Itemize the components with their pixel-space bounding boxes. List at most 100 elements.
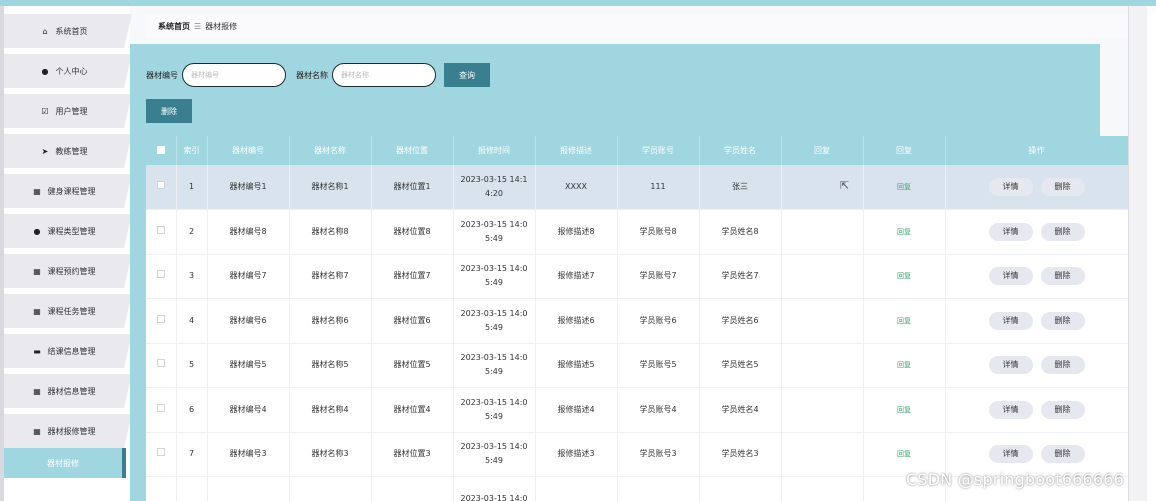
reply-link[interactable]: 回复	[897, 183, 911, 191]
reply-link[interactable]: 回复	[897, 450, 911, 458]
grid-icon: ▦	[33, 426, 41, 436]
batch-delete-button[interactable]: 删除	[146, 99, 192, 123]
column-header[interactable]: 操作	[945, 136, 1128, 165]
sidebar-item[interactable]: ▦ 课程任务管理	[4, 294, 132, 328]
sidebar-item[interactable]: ▦ 健身课程管理	[4, 174, 132, 208]
cell-index: 5	[176, 343, 208, 388]
row-select-cell[interactable]	[146, 432, 177, 477]
detail-button[interactable]: 详情	[988, 311, 1033, 330]
detail-button[interactable]: 详情	[988, 267, 1033, 286]
sidebar-item[interactable]: ▦ 器材信息管理	[4, 374, 132, 408]
sidebar-item[interactable]: ➤ 教练管理	[4, 134, 132, 168]
reply-link[interactable]: 回复	[897, 272, 911, 280]
column-header[interactable]: 回复	[781, 136, 864, 165]
reply-link[interactable]: 回复	[897, 361, 911, 369]
name-search-input[interactable]: 器材名称	[332, 63, 436, 87]
operation-cell: 详情 删除	[945, 387, 1128, 433]
sidebar-item[interactable]: ● 个人中心	[4, 54, 132, 88]
row-checkbox[interactable]	[156, 314, 165, 323]
reply-link[interactable]: 回复	[897, 317, 911, 325]
column-header[interactable]: 报修描述	[535, 136, 618, 165]
code-label: 器材编号	[146, 70, 178, 80]
row-delete-button[interactable]: 删除	[1040, 178, 1085, 196]
table-row[interactable]: 6 器材编号4 器材名称4 器材位置4 2023-03-15 14:0 5:49 报修描述…	[146, 387, 1128, 433]
column-header[interactable]: 学员姓名	[699, 136, 782, 165]
detail-button[interactable]: 详情	[988, 178, 1033, 196]
column-header[interactable]: 索引	[176, 136, 208, 165]
cell-desc: 报修描述5	[535, 343, 618, 388]
row-checkbox[interactable]	[156, 270, 165, 279]
detail-button[interactable]: 详情	[988, 400, 1033, 419]
code-search-input[interactable]: 器材编号	[182, 63, 286, 87]
row-delete-button[interactable]: 删除	[1040, 400, 1085, 419]
sidebar-subitem-equipment-repair[interactable]: 器材报修	[4, 448, 126, 478]
reply-cell: 回复	[863, 209, 946, 255]
row-select-cell[interactable]	[146, 387, 177, 433]
cell-account	[617, 476, 700, 501]
reply-link[interactable]: 回复	[897, 228, 911, 236]
row-delete-button[interactable]: 删除	[1040, 222, 1085, 241]
row-checkbox[interactable]	[156, 225, 165, 234]
reply-cell: 回复	[863, 165, 946, 210]
select-all-cell[interactable]	[146, 136, 177, 165]
breadcrumb-home[interactable]: 系统首页	[158, 21, 190, 32]
column-header[interactable]: 回复	[863, 136, 946, 165]
column-header[interactable]: 器材名称	[289, 136, 372, 165]
row-delete-button[interactable]: 删除	[1040, 311, 1085, 330]
sidebar-item[interactable]: ▬ 结课信息管理	[4, 334, 132, 368]
cell-code: 器材编号1	[207, 165, 290, 210]
cell-account: 学员账号5	[617, 343, 700, 388]
cell-student: 张三	[699, 165, 782, 210]
table-row[interactable]: 1 器材编号1 器材名称1 器材位置1 2023-03-15 14:1 4:20 XXXX…	[146, 165, 1128, 210]
cell-time: 2023-03-15 14:0	[453, 476, 536, 501]
row-select-cell[interactable]	[146, 254, 177, 299]
row-select-cell[interactable]	[146, 476, 177, 501]
scrollbar-track[interactable]	[1128, 6, 1156, 501]
cell-time: 2023-03-15 14:0 5:49	[453, 343, 536, 388]
cell-index: 3	[176, 254, 208, 299]
cell-code: 器材编号8	[207, 209, 290, 255]
column-header[interactable]: 器材位置	[371, 136, 454, 165]
column-header[interactable]: 器材编号	[207, 136, 290, 165]
sidebar-item[interactable]: ▦ 课程预约管理	[4, 254, 132, 288]
row-select-cell[interactable]	[146, 165, 177, 210]
cell-code: 器材编号7	[207, 254, 290, 299]
row-checkbox[interactable]	[156, 403, 165, 412]
row-delete-button[interactable]: 删除	[1040, 356, 1085, 375]
reply-link[interactable]: 回复	[897, 406, 911, 414]
cell-name: 器材名称5	[289, 343, 372, 388]
row-select-cell[interactable]	[146, 343, 177, 388]
row-checkbox[interactable]	[156, 181, 165, 189]
table-row[interactable]: 4 器材编号6 器材名称6 器材位置6 2023-03-15 14:0 5:49 报修描述…	[146, 298, 1128, 344]
sidebar-item[interactable]: ● 课程类型管理	[4, 214, 132, 248]
home-icon: ⌂	[42, 26, 48, 36]
row-checkbox[interactable]	[156, 359, 165, 368]
cell-student	[699, 476, 782, 501]
sidebar-item[interactable]: ▦ 器材报修管理	[4, 414, 132, 448]
sidebar-item-label: 教练管理	[55, 146, 88, 156]
table-header: 索引 器材编号 器材名称 器材位置 报修时间 报修描述 学员账号 学员姓名 回复 回复 操作	[146, 136, 1128, 165]
detail-button[interactable]: 详情	[988, 222, 1033, 241]
table-row[interactable]: 5 器材编号5 器材名称5 器材位置5 2023-03-15 14:0 5:49 报修描述…	[146, 343, 1128, 388]
cell-account: 111	[617, 165, 700, 210]
row-delete-button[interactable]: 删除	[1040, 445, 1085, 464]
row-delete-button[interactable]: 删除	[1040, 267, 1085, 286]
query-button[interactable]: 查询	[444, 63, 490, 87]
column-header[interactable]: 报修时间	[453, 136, 536, 165]
detail-button[interactable]: 详情	[988, 356, 1033, 375]
cell-reply-text	[781, 343, 864, 388]
row-checkbox[interactable]	[156, 448, 165, 457]
column-header[interactable]: 学员账号	[617, 136, 700, 165]
row-select-cell[interactable]	[146, 298, 177, 344]
cell-index: 2	[176, 209, 208, 255]
select-all-checkbox[interactable]	[156, 145, 165, 154]
monitor-icon: ▬	[33, 346, 41, 356]
row-select-cell[interactable]	[146, 209, 177, 255]
detail-button[interactable]: 详情	[988, 445, 1033, 464]
table-row[interactable]: 3 器材编号7 器材名称7 器材位置7 2023-03-15 14:0 5:49 报修描述…	[146, 254, 1128, 299]
sidebar-item[interactable]: ☑ 用户管理	[4, 94, 132, 128]
apps-icon: ▦	[33, 306, 41, 316]
table-row[interactable]: 2 器材编号8 器材名称8 器材位置8 2023-03-15 14:0 5:49 报修描述…	[146, 209, 1128, 255]
sidebar-item[interactable]: ⌂ 系统首页	[4, 14, 132, 48]
cell-index: 1	[176, 165, 208, 210]
